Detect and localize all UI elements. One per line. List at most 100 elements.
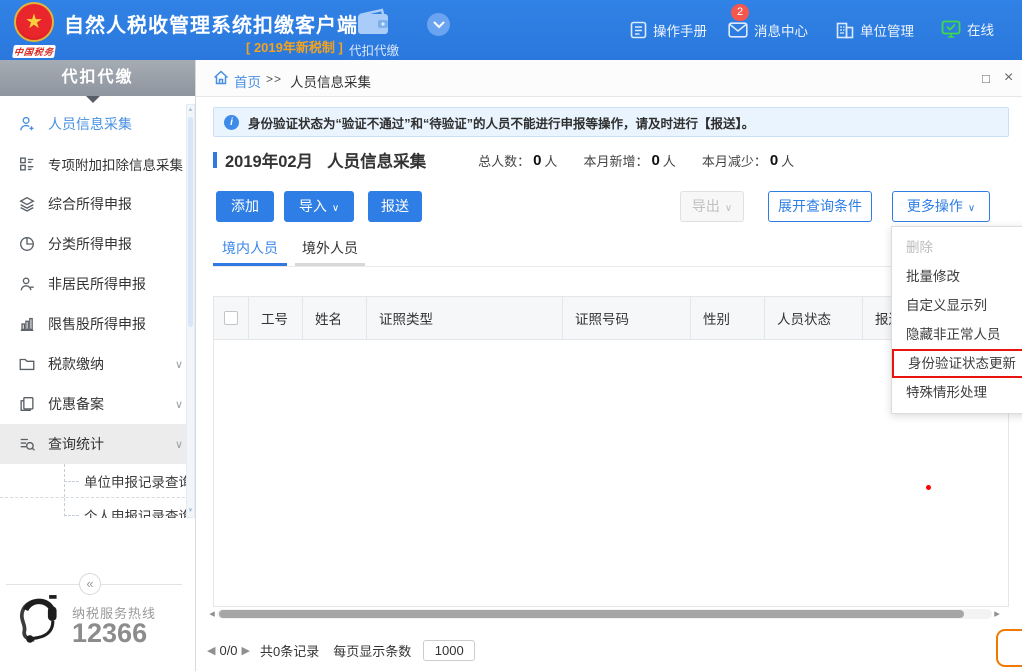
scrollbar-thumb[interactable]: [219, 610, 964, 618]
chevron-down-icon: ∨: [175, 358, 183, 371]
dropdown-item-delete[interactable]: 删除: [892, 233, 1022, 262]
sidebar-item-label: 查询统计: [48, 434, 104, 454]
column-header-id-type[interactable]: 证照类型: [367, 297, 563, 339]
home-icon[interactable]: [213, 70, 229, 85]
import-button[interactable]: 导入∨: [284, 191, 354, 222]
column-header-employee-id[interactable]: 工号: [249, 297, 303, 339]
sidebar-menu: 人员信息采集 专项附加扣除信息采集 ∨ 综合所得申报 分类所得申报 非居民所得申…: [0, 104, 195, 518]
chevron-down-icon: ∨: [175, 158, 183, 171]
table-header: 工号 姓名 证照类型 证照号码 性别 人员状态 报送状态: [213, 296, 1009, 340]
notice-text: 身份验证状态为“验证不通过”和“待验证”的人员不能进行申报等操作，请及时进行【报…: [248, 113, 754, 132]
per-page-label: 每页显示条数: [333, 641, 411, 660]
sidebar: 代扣代缴 人员信息采集 专项附加扣除信息采集 ∨ 综合所得申报 分类所得申报: [0, 60, 196, 671]
column-header-gender[interactable]: 性别: [691, 297, 765, 339]
chevron-down-icon: ∨: [968, 203, 975, 214]
submit-button[interactable]: 报送: [368, 191, 422, 222]
maximize-icon[interactable]: □: [982, 71, 990, 86]
tab-domestic-personnel[interactable]: 境内人员: [213, 238, 287, 266]
floating-action-button-clipped[interactable]: [996, 629, 1022, 667]
stat-removed: 本月减少：0人: [702, 151, 794, 170]
search-list-icon: [18, 435, 36, 453]
nav-message-center[interactable]: 消息中心: [728, 20, 808, 40]
summary-stats: 总人数：0人 本月新增：0人 本月减少：0人: [478, 151, 794, 170]
sidebar-item-restricted-shares[interactable]: 限售股所得申报: [0, 304, 195, 344]
nav-manual-label: 操作手册: [653, 20, 707, 40]
next-page-icon[interactable]: ▶: [242, 644, 250, 657]
sidebar-item-comprehensive-income[interactable]: 综合所得申报: [0, 184, 195, 224]
sidebar-item-preferential-filing[interactable]: 优惠备案 ∨: [0, 384, 195, 424]
title-accent-bar: [213, 152, 217, 168]
sidebar-subitem-unit-declaration-query[interactable]: 单位申报记录查询: [0, 464, 195, 498]
module-switch-chevron-icon[interactable]: [427, 13, 450, 36]
grid-list-icon: [18, 155, 36, 173]
sidebar-item-label: 限售股所得申报: [48, 314, 146, 334]
breadcrumb-bar: 首页 >> 人员信息采集 □ ×: [196, 60, 1022, 97]
pie-chart-icon: [18, 235, 36, 253]
online-icon: [941, 20, 961, 39]
export-button[interactable]: 导出∨: [680, 191, 744, 222]
message-count-badge: 2: [731, 4, 749, 21]
sidebar-subitem-label: 个人申报记录查询: [84, 505, 192, 518]
column-header-name[interactable]: 姓名: [303, 297, 367, 339]
page-title: 人员信息采集: [327, 148, 426, 172]
tax-scheme-label: [ 2019年新税制 ]: [246, 37, 343, 56]
more-operations-dropdown: 删除 批量修改 自定义显示列 隐藏非正常人员 身份验证状态更新 特殊情形处理: [891, 226, 1022, 414]
sidebar-scrollbar-thumb[interactable]: [188, 117, 193, 327]
sidebar-item-personnel-info[interactable]: 人员信息采集: [0, 104, 195, 144]
sidebar-item-nonresident-income[interactable]: 非居民所得申报: [0, 264, 195, 304]
nav-unit-label: 单位管理: [860, 20, 914, 40]
expand-query-button[interactable]: 展开查询条件: [768, 191, 872, 222]
nav-online-status[interactable]: 在线: [941, 19, 994, 39]
summary-row: 2019年02月 人员信息采集 总人数：0人 本月新增：0人 本月减少：0人: [213, 148, 794, 172]
wallet-icon: [356, 8, 390, 36]
sidebar-subitem-personal-declaration-query[interactable]: 个人申报记录查询: [0, 498, 195, 518]
sidebar-item-query-statistics[interactable]: 查询统计 ∨: [0, 424, 195, 464]
dropdown-item-special-cases[interactable]: 特殊情形处理: [892, 378, 1022, 407]
more-operations-button[interactable]: 更多操作∨: [892, 191, 990, 222]
current-module-label: 代扣代缴: [349, 40, 399, 59]
scroll-up-icon[interactable]: ▲: [187, 105, 194, 116]
copy-pages-icon: [18, 395, 36, 413]
page-indicator: 0/0: [219, 643, 237, 658]
dropdown-item-custom-columns[interactable]: 自定义显示列: [892, 291, 1022, 320]
select-all-checkbox[interactable]: [224, 311, 238, 325]
nav-manual[interactable]: 操作手册: [630, 20, 707, 40]
scroll-down-icon[interactable]: ▼: [187, 506, 194, 517]
sidebar-subitem-label: 单位申报记录查询: [84, 471, 192, 491]
tab-overseas-personnel[interactable]: 境外人员: [295, 238, 365, 266]
sidebar-module-header: 代扣代缴: [0, 60, 195, 96]
sidebar-item-label: 优惠备案: [48, 394, 104, 414]
app-title: 自然人税收管理系统扣缴客户端: [64, 9, 358, 38]
hotline-icon: [12, 595, 64, 657]
add-button[interactable]: 添加: [216, 191, 274, 222]
pagination-bar: ◀ 0/0 ▶ 共0条记录 每页显示条数: [207, 640, 475, 661]
unit-icon: [836, 22, 854, 39]
sidebar-item-label: 税款缴纳: [48, 354, 104, 374]
column-header-person-status[interactable]: 人员状态: [765, 297, 863, 339]
period-label: 2019年02月: [225, 148, 313, 172]
column-header-id-number[interactable]: 证照号码: [563, 297, 691, 339]
cursor-annotation-dot: [926, 485, 931, 490]
sidebar-collapse-button[interactable]: «: [79, 573, 101, 595]
nav-unit-management[interactable]: 单位管理: [836, 20, 914, 40]
scrollbar-track[interactable]: [217, 609, 992, 619]
stat-total: 总人数：0人: [478, 151, 557, 170]
horizontal-scrollbar[interactable]: ◂ ▸: [207, 608, 1002, 620]
person-icon: [18, 275, 36, 293]
prev-page-icon[interactable]: ◀: [207, 644, 215, 657]
sidebar-scrollbar[interactable]: ▲ ▼: [186, 104, 195, 518]
sidebar-item-classified-income[interactable]: 分类所得申报: [0, 224, 195, 264]
nav-online-label: 在线: [967, 19, 994, 39]
emblem-icon: ★: [14, 2, 54, 42]
close-icon[interactable]: ×: [1004, 69, 1013, 87]
scroll-left-icon[interactable]: ◂: [207, 608, 217, 620]
dropdown-item-batch-edit[interactable]: 批量修改: [892, 262, 1022, 291]
manual-icon: [630, 21, 647, 39]
breadcrumb-home-link[interactable]: 首页: [234, 71, 261, 91]
per-page-input[interactable]: [423, 640, 475, 661]
scroll-right-icon[interactable]: ▸: [992, 608, 1002, 620]
sidebar-item-tax-payment[interactable]: 税款缴纳 ∨: [0, 344, 195, 384]
dropdown-item-hide-abnormal[interactable]: 隐藏非正常人员: [892, 320, 1022, 349]
dropdown-item-identity-verify-update[interactable]: 身份验证状态更新: [892, 349, 1022, 378]
sidebar-item-special-deduction[interactable]: 专项附加扣除信息采集 ∨: [0, 144, 195, 184]
